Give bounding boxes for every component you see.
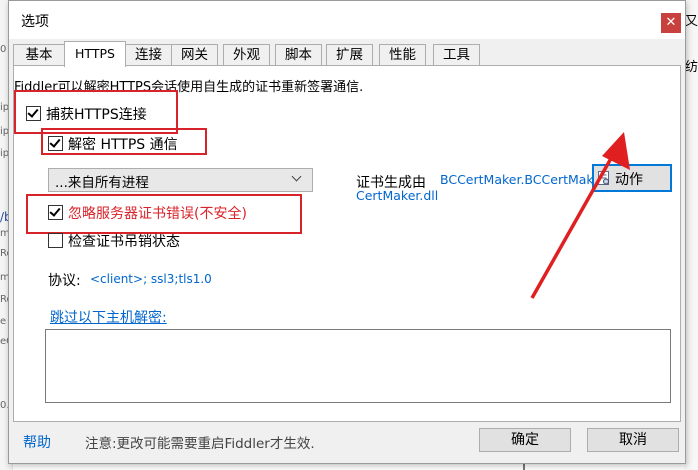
protocol-value[interactable]: <client>; ssl3;tls1.0 — [90, 272, 212, 286]
check-revocation-checkbox[interactable] — [48, 233, 63, 248]
restart-note: 注意:更改可能需要重启Fiddler才生效. — [85, 436, 315, 452]
bg-fragment: 纺 — [685, 60, 698, 75]
process-filter-value: ...来自所有进程 — [55, 175, 149, 191]
tab-connections[interactable]: 连接 — [125, 44, 172, 66]
tab-tools[interactable]: 工具 — [433, 44, 480, 66]
protocol-label: 协议: — [48, 273, 81, 289]
help-link[interactable]: 帮助 — [23, 432, 51, 452]
bg-fragment: e — [0, 316, 7, 327]
annotation-arrow — [530, 132, 630, 299]
annotation-box-decrypt — [41, 128, 207, 155]
options-dialog: 选项 ✕ 基本 HTTPS 连接 网关 外观 脚本 扩展 性能 工具 Fiddl… — [8, 0, 686, 464]
bg-fragment: 又 — [685, 14, 698, 29]
check-revocation-label: 检查证书吊销状态 — [68, 234, 180, 250]
close-icon: ✕ — [665, 15, 677, 30]
background-window-right: 又 纺 — [684, 0, 698, 470]
tab-scripting[interactable]: 脚本 — [275, 44, 322, 66]
annotation-box-ignore-errors — [26, 194, 302, 234]
tab-extensions[interactable]: 扩展 — [326, 44, 373, 66]
process-filter-select[interactable]: ...来自所有进程 — [48, 168, 313, 192]
skip-hosts-textarea[interactable] — [45, 329, 671, 403]
bg-fragment: 0 — [0, 44, 7, 55]
ok-button[interactable]: 确定 — [479, 428, 571, 452]
dialog-title: 选项 — [21, 14, 49, 30]
tab-gateway[interactable]: 网关 — [171, 44, 218, 66]
tab-https[interactable]: HTTPS — [64, 41, 126, 67]
cancel-button[interactable]: 取消 — [587, 428, 679, 452]
close-button[interactable]: ✕ — [661, 13, 681, 33]
tab-basic[interactable]: 基本 — [13, 44, 65, 66]
tab-appearance[interactable]: 外观 — [223, 44, 270, 66]
cert-generator-value-line2: CertMaker.dll — [356, 188, 439, 203]
title-bar: 选项 ✕ — [9, 1, 685, 39]
tab-performance[interactable]: 性能 — [379, 44, 426, 66]
chevron-down-icon — [291, 171, 302, 182]
skip-hosts-link[interactable]: 跳过以下主机解密: — [50, 307, 167, 327]
